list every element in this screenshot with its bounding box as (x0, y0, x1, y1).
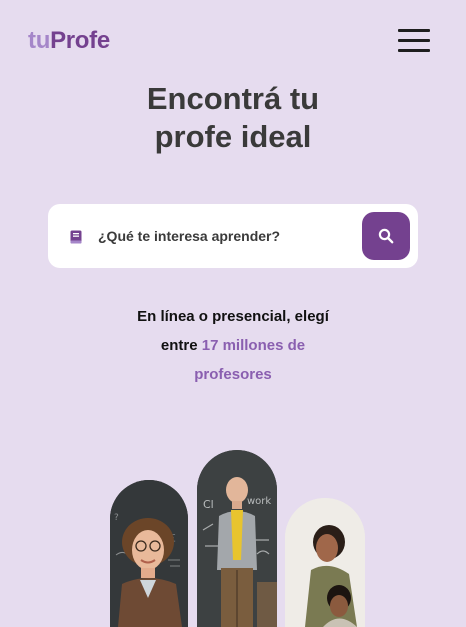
search-icon (378, 228, 394, 244)
tagline: En línea o presencial, elegí entre 17 mi… (0, 302, 466, 389)
tagline-line: entre 17 millones de (0, 331, 466, 360)
search-input[interactable] (98, 224, 348, 248)
teacher-photo-2: Cl work (197, 450, 277, 627)
title-line: Encontrá tu (146, 81, 320, 116)
hamburger-menu-icon[interactable] (398, 29, 430, 52)
title-line: profe ideal (154, 119, 312, 154)
menu-bar (398, 29, 430, 32)
book-icon (70, 230, 82, 244)
svg-text:?: ? (114, 513, 119, 523)
teacher-count: 17 millones de (201, 337, 306, 354)
logo-suffix: Profe (50, 27, 110, 54)
logo[interactable]: tuProfe (28, 27, 110, 55)
search-bar (48, 204, 418, 268)
teacher-photo-3 (285, 498, 365, 627)
page-title: Encontrá tu profe ideal (0, 80, 466, 156)
teacher-photo-1: ? ∑ (110, 480, 188, 627)
tagline-text: entre (160, 337, 202, 354)
tagline-accent: profesores (194, 366, 272, 383)
logo-prefix: tu (28, 27, 51, 54)
menu-bar (398, 49, 430, 52)
svg-text:Cl: Cl (203, 498, 214, 511)
svg-text:∑: ∑ (170, 533, 176, 542)
tagline-line: En línea o presencial, elegí (137, 308, 329, 325)
menu-bar (398, 39, 430, 42)
search-button[interactable] (362, 212, 410, 260)
svg-text:work: work (247, 496, 271, 507)
